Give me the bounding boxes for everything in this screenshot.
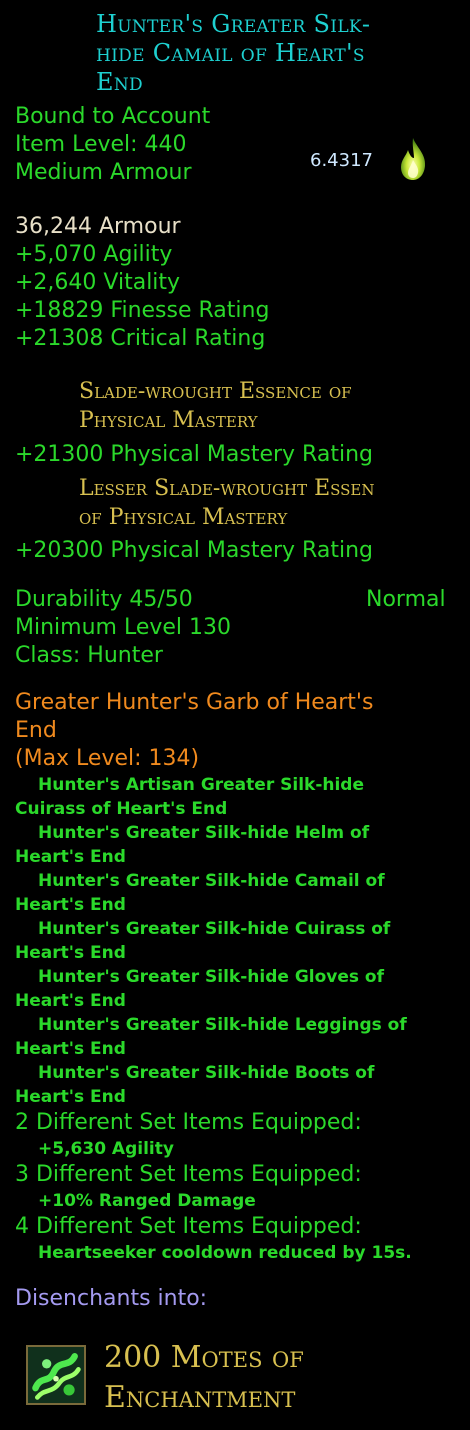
stat-finesse: +18829 Finesse Rating [15,298,270,323]
quality-text: Normal [366,587,446,612]
set-name: End [15,718,57,743]
set-piece: Hunter's Greater Silk-hide Camail of [38,871,385,891]
item-value-text: 6.4317 [310,150,373,171]
set-piece: Heart's End [15,895,126,915]
minimum-level-text: Minimum Level 130 [15,615,232,640]
set-bonus-effect: +5,630 Agility [38,1139,174,1159]
item-tooltip: Hunter's Greater Silk- hide Camail of He… [0,0,470,1430]
set-bonus-effect: +10% Ranged Damage [38,1191,256,1211]
essence-title: Slade-wrought Essence of [79,379,352,404]
flame-icon [401,138,426,180]
set-bonus-header: 3 Different Set Items Equipped: [15,1162,362,1187]
binding-text: Bound to Account [15,104,211,129]
set-bonus-header: 4 Different Set Items Equipped: [15,1214,362,1239]
disenchant-result: 200 Motes of Enchantment [104,1338,464,1418]
essence-stat: +20300 Physical Mastery Rating [15,538,373,563]
disenchant-result-line: Enchantment [104,1380,296,1415]
item-name: Hunter's Greater Silk- hide Camail of He… [96,10,436,97]
class-text: Class: Hunter [15,642,163,670]
stat-critical: +21308 Critical Rating [15,326,266,351]
class-value: Hunter [80,643,163,668]
set-bonus-header: 2 Different Set Items Equipped: [15,1110,362,1135]
set-piece: Heart's End [15,991,126,1011]
motes-of-enchantment-icon [26,1345,86,1405]
essence-title: of Physical Mastery [79,505,288,530]
disenchant-label: Disenchants into: [15,1286,208,1311]
set-piece: Heart's End [15,1039,126,1059]
durability-text: Durability 45/50 [15,587,193,612]
essence-title: Physical Mastery [79,408,258,433]
set-piece: Hunter's Greater Silk-hide Cuirass of [38,919,391,939]
item-name-line: hide Camail of Heart's [96,39,365,67]
stat-vitality: +2,640 Vitality [15,270,181,295]
set-piece: Hunter's Artisan Greater Silk-hide [38,775,365,795]
armour-type-text: Medium Armour [15,160,192,185]
set-bonus-effect: Heartseeker cooldown reduced by 15s. [38,1243,412,1263]
set-piece: Heart's End [15,1087,126,1107]
set-max-level: (Max Level: 134) [15,746,200,771]
armour-value: 36,244 Armour [15,214,181,239]
essence-stat: +21300 Physical Mastery Rating [15,442,373,467]
set-piece: Heart's End [15,847,126,867]
set-piece: Hunter's Greater Silk-hide Boots of [38,1063,375,1083]
item-name-line: End [96,68,143,96]
essence-title: Lesser Slade-wrought Essen [79,476,375,501]
set-piece: Cuirass of Heart's End [15,799,228,819]
item-level-text: Item Level: 440 [15,132,187,157]
set-piece: Hunter's Greater Silk-hide Leggings of [38,1015,407,1035]
set-name: Greater Hunter's Garb of Heart's [15,690,374,715]
class-label: Class: [15,643,81,668]
stat-agility: +5,070 Agility [15,242,173,267]
set-piece: Hunter's Greater Silk-hide Helm of [38,823,370,843]
item-name-line: Hunter's Greater Silk- [96,10,371,38]
set-piece: Hunter's Greater Silk-hide Gloves of [38,967,385,987]
set-piece: Heart's End [15,943,126,963]
disenchant-result-line: 200 Motes of [104,1340,304,1375]
